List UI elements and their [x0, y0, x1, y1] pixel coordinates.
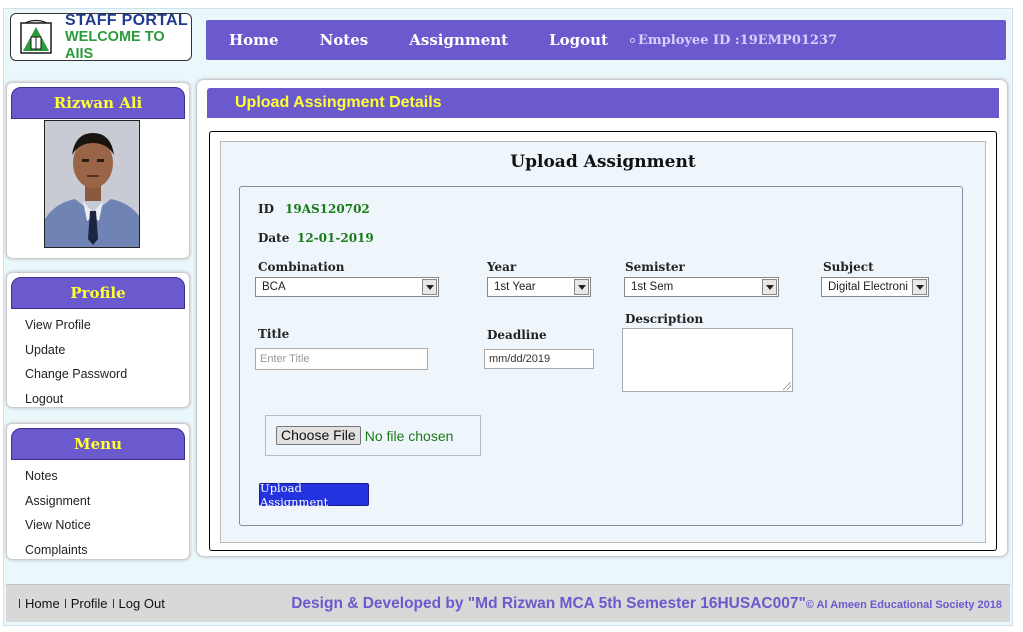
- sidebar-item-assignment[interactable]: Assignment: [25, 489, 189, 514]
- title-input[interactable]: Enter Title: [255, 348, 428, 370]
- separator: [19, 599, 20, 608]
- sidebar-item-logout[interactable]: Logout: [25, 387, 189, 412]
- sidebar-item-change-password[interactable]: Change Password: [25, 362, 189, 387]
- chevron-down-icon: [762, 279, 777, 295]
- deadline-input[interactable]: mm/dd/2019: [484, 349, 594, 369]
- profile-card: Rizwan Ali: [6, 82, 190, 259]
- logo-title: STAFF PORTAL: [65, 11, 188, 29]
- main-content: Upload Assingment Details Upload Assignm…: [196, 79, 1008, 557]
- form-container: Upload Assignment ID 19AS120702 Date 12-…: [209, 131, 997, 551]
- nav-assignment[interactable]: Assignment: [409, 31, 508, 49]
- footer-link-logout[interactable]: Log Out: [119, 596, 165, 611]
- subject-selected: Digital Electroni: [828, 281, 908, 293]
- footer-credit: Design & Developed by "Md Rizwan MCA 5th…: [291, 595, 1002, 613]
- semester-select[interactable]: 1st Sem: [624, 277, 779, 297]
- main-menu: Menu Notes Assignment View Notice Compla…: [6, 423, 190, 560]
- date-label: Date: [258, 231, 290, 245]
- year-label: Year: [487, 260, 517, 274]
- year-selected: 1st Year: [494, 281, 536, 293]
- chevron-down-icon: [574, 279, 589, 295]
- file-upload: Choose File No file chosen: [265, 415, 481, 456]
- footer-link-profile[interactable]: Profile: [71, 596, 108, 611]
- year-select[interactable]: 1st Year: [487, 277, 591, 297]
- sidebar-item-notes[interactable]: Notes: [25, 464, 189, 489]
- footer: Home Profile Log Out Design & Developed …: [6, 584, 1010, 622]
- employee-id: Employee ID :19EMP01237: [630, 33, 837, 48]
- date-value: 12-01-2019: [297, 231, 374, 245]
- form-panel: Upload Assignment ID 19AS120702 Date 12-…: [220, 141, 986, 543]
- separator: [64, 599, 66, 608]
- profile-menu: Profile View Profile Update Change Passw…: [6, 272, 190, 408]
- sidebar-item-view-profile[interactable]: View Profile: [25, 313, 189, 338]
- top-navigation: Home Notes Assignment Logout Employee ID…: [206, 20, 1006, 60]
- semester-selected: 1st Sem: [631, 281, 674, 293]
- title-label: Title: [258, 327, 290, 341]
- chevron-down-icon: [422, 279, 437, 295]
- upload-assignment-button[interactable]: Upload Assignment: [259, 481, 369, 509]
- form-title: Upload Assignment: [510, 152, 696, 172]
- choose-file-button[interactable]: Choose File: [276, 426, 361, 445]
- separator: [112, 599, 114, 608]
- id-label: ID: [258, 202, 275, 216]
- description-textarea[interactable]: [622, 328, 793, 392]
- credit-text: Design & Developed by "Md Rizwan MCA 5th…: [291, 594, 806, 612]
- combination-selected: BCA: [262, 281, 286, 293]
- resize-grip-icon[interactable]: [783, 382, 791, 390]
- file-status: No file chosen: [364, 427, 454, 444]
- description-label: Description: [625, 312, 704, 326]
- sidebar-item-complaints[interactable]: Complaints: [25, 538, 189, 563]
- employee-id-text: Employee ID :19EMP01237: [638, 32, 838, 48]
- profile-photo: [44, 120, 140, 248]
- chevron-down-icon: [912, 279, 927, 295]
- nav-home[interactable]: Home: [229, 31, 279, 49]
- deadline-label: Deadline: [487, 328, 547, 342]
- subject-label: Subject: [823, 260, 874, 274]
- main-menu-title: Menu: [11, 428, 185, 460]
- nav-logout[interactable]: Logout: [549, 31, 608, 49]
- nav-notes[interactable]: Notes: [320, 31, 369, 49]
- footer-links: Home Profile Log Out: [14, 596, 165, 611]
- footer-link-home[interactable]: Home: [25, 596, 60, 611]
- copyright-text: © Al Ameen Educational Society 2018: [805, 598, 1002, 611]
- section-header: Upload Assingment Details: [207, 88, 999, 118]
- school-crest-icon: [19, 19, 53, 55]
- sidebar-item-update[interactable]: Update: [25, 338, 189, 363]
- combination-select[interactable]: BCA: [255, 277, 439, 297]
- bullet-icon: [630, 37, 635, 43]
- id-value: 19AS120702: [285, 202, 370, 216]
- profile-menu-title: Profile: [11, 277, 185, 309]
- combination-label: Combination: [258, 260, 345, 274]
- logo-subtitle: WELCOME TO AIIS: [65, 28, 165, 62]
- subject-select[interactable]: Digital Electroni: [821, 277, 929, 297]
- assignment-form: ID 19AS120702 Date 12-01-2019 Combinatio…: [239, 186, 963, 526]
- semester-label: Semister: [625, 260, 685, 274]
- profile-name: Rizwan Ali: [11, 87, 185, 119]
- sidebar-item-view-notice[interactable]: View Notice: [25, 513, 189, 538]
- logo: STAFF PORTAL WELCOME TO AIIS: [10, 11, 192, 62]
